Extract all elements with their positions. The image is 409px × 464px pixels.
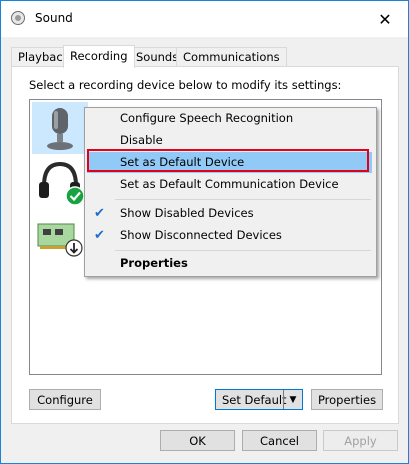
window-title: Sound bbox=[35, 11, 73, 25]
check-icon: ✔ bbox=[94, 206, 105, 221]
menu-separator bbox=[115, 199, 371, 200]
menu-item-configure-speech[interactable]: Configure Speech Recognition bbox=[87, 108, 372, 129]
menu-separator bbox=[115, 250, 371, 251]
speaker-icon bbox=[11, 11, 25, 25]
device-line-in[interactable] bbox=[32, 210, 88, 262]
set-default-dropdown[interactable]: ▼ bbox=[283, 390, 302, 409]
default-check-icon bbox=[65, 186, 85, 206]
device-microphone[interactable] bbox=[32, 102, 88, 154]
device-headset[interactable] bbox=[32, 156, 88, 208]
chevron-down-icon: ▼ bbox=[289, 394, 297, 405]
title-bar[interactable]: Sound ✕ bbox=[1, 1, 408, 37]
close-button[interactable]: ✕ bbox=[362, 1, 408, 37]
context-menu: Configure Speech Recognition Disable Set… bbox=[84, 107, 377, 277]
tab-communications[interactable]: Communications bbox=[176, 47, 287, 66]
set-default-split-button[interactable]: Set Default ▼ bbox=[215, 389, 303, 410]
properties-button[interactable]: Properties bbox=[311, 389, 383, 410]
microphone-icon bbox=[47, 108, 73, 150]
menu-item-properties[interactable]: Properties bbox=[87, 253, 372, 274]
headset-icon bbox=[39, 161, 85, 206]
instruction-text: Select a recording device below to modif… bbox=[29, 78, 342, 92]
circuit-board-icon bbox=[37, 223, 83, 257]
menu-item-show-disconnected[interactable]: ✔ Show Disconnected Devices bbox=[87, 225, 372, 246]
menu-item-disable[interactable]: Disable bbox=[87, 130, 372, 151]
cancel-button[interactable]: Cancel bbox=[242, 430, 317, 451]
menu-item-show-disabled[interactable]: ✔ Show Disabled Devices bbox=[87, 203, 372, 224]
check-icon: ✔ bbox=[94, 228, 105, 243]
close-icon: ✕ bbox=[378, 9, 392, 29]
configure-button[interactable]: Configure bbox=[29, 389, 101, 410]
set-default-label: Set Default bbox=[222, 392, 287, 407]
tab-recording[interactable]: Recording bbox=[63, 45, 135, 68]
highlight-callout bbox=[87, 149, 369, 172]
apply-button[interactable]: Apply bbox=[323, 430, 398, 451]
menu-item-set-default-communication[interactable]: Set as Default Communication Device bbox=[87, 174, 372, 195]
ok-button[interactable]: OK bbox=[160, 430, 235, 451]
